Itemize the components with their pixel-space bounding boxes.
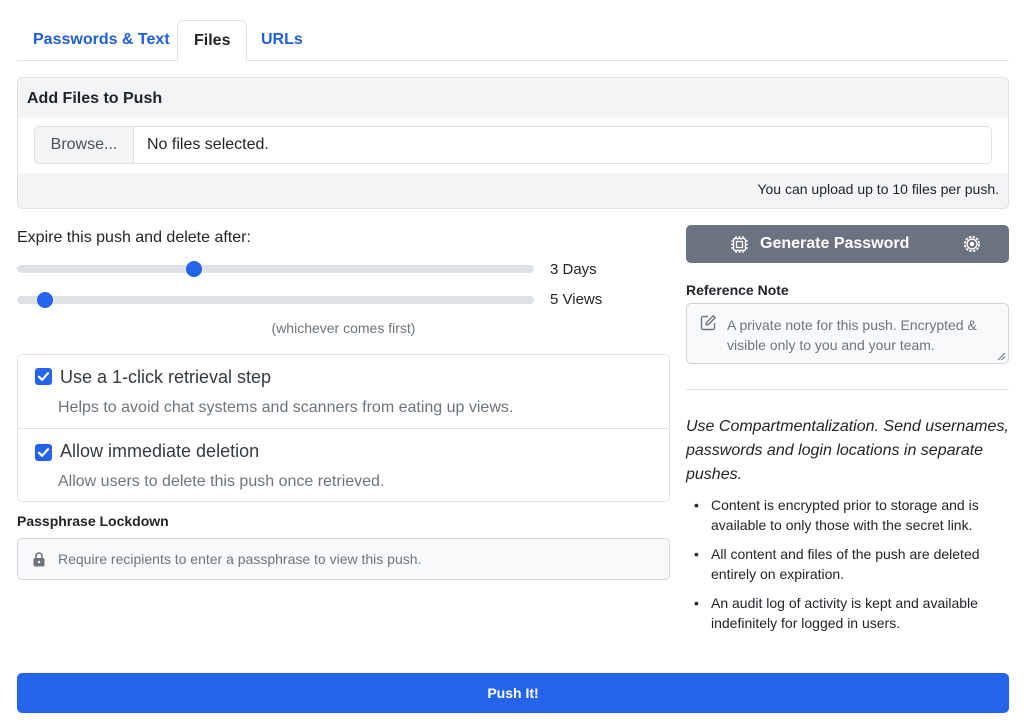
expire-label: Expire this push and delete after: <box>17 229 251 246</box>
right-column-divider <box>686 389 1009 390</box>
passphrase-label: Passphrase Lockdown <box>17 513 169 529</box>
browse-button[interactable]: Browse... <box>35 127 134 163</box>
list-item: An audit log of activity is kept and ava… <box>694 593 1009 633</box>
views-slider[interactable] <box>17 292 534 308</box>
list-item: All content and files of the push are de… <box>694 544 1009 584</box>
files-card: Add Files to Push Browse... No files sel… <box>17 77 1009 209</box>
immediate-deletion-checkbox[interactable] <box>35 444 52 461</box>
file-status: No files selected. <box>147 136 269 153</box>
checkmark-icon <box>37 372 50 381</box>
retrieval-step-description: Helps to avoid chat systems and scanners… <box>58 399 514 416</box>
immediate-deletion-description: Allow users to delete this push once ret… <box>58 473 385 490</box>
gear-icon[interactable] <box>962 234 982 254</box>
tab-bar: Passwords & Text Files URLs <box>17 20 1009 61</box>
checkmark-icon <box>37 448 50 457</box>
tab-passwords-text[interactable]: Passwords & Text <box>17 20 186 61</box>
generate-password-label: Generate Password <box>760 235 910 252</box>
chip-icon <box>731 236 748 253</box>
days-value: 3 Days <box>550 261 597 278</box>
compartmentalization-tip: Use Compartmentalization. Send usernames… <box>686 418 1009 483</box>
days-slider[interactable] <box>17 261 534 277</box>
tab-files[interactable]: Files <box>177 20 248 61</box>
views-slider-thumb[interactable] <box>37 292 54 308</box>
reference-note-input[interactable]: A private note for this push. Encrypted … <box>686 303 1009 364</box>
options-group: Use a 1-click retrieval step Helps to av… <box>17 354 670 502</box>
push-it-button[interactable]: Push It! <box>17 673 1009 713</box>
resize-handle-icon[interactable] <box>996 351 1006 361</box>
immediate-deletion-label[interactable]: Allow immediate deletion <box>60 441 259 462</box>
files-card-body: Browse... No files selected. <box>18 118 1008 173</box>
list-item: Content is encrypted prior to storage an… <box>694 495 1009 535</box>
passphrase-input[interactable]: Require recipients to enter a passphrase… <box>17 538 670 580</box>
days-slider-thumb[interactable] <box>185 261 202 277</box>
files-card-header: Add Files to Push <box>27 90 163 107</box>
reference-note-label: Reference Note <box>686 282 789 298</box>
options-divider <box>18 428 669 429</box>
reference-note-placeholder: A private note for this push. Encrypted … <box>727 317 977 353</box>
tab-urls[interactable]: URLs <box>245 20 319 61</box>
file-input[interactable]: Browse... No files selected. <box>34 126 992 164</box>
security-notes: Content is encrypted prior to storage an… <box>694 495 1009 642</box>
views-value: 5 Views <box>550 291 603 308</box>
expire-note: (whichever comes first) <box>271 320 416 336</box>
generate-password-button[interactable]: Generate Password <box>686 225 1009 263</box>
passphrase-placeholder: Require recipients to enter a passphrase… <box>58 551 422 567</box>
retrieval-step-checkbox[interactable] <box>35 368 52 385</box>
lock-icon <box>33 552 45 567</box>
retrieval-step-label[interactable]: Use a 1-click retrieval step <box>60 367 271 388</box>
pencil-icon <box>700 315 716 331</box>
files-limit-note: You can upload up to 10 files per push. <box>757 181 999 197</box>
